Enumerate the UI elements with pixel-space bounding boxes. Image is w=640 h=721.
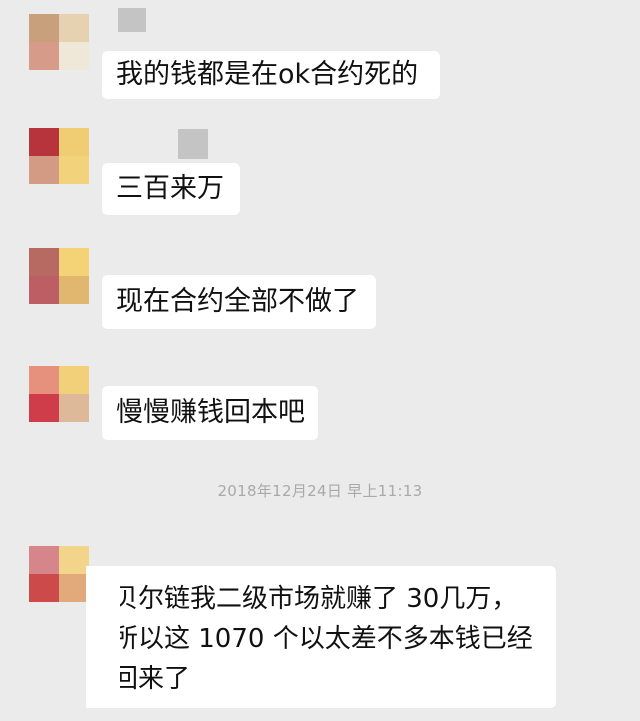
cropped-edge	[86, 566, 120, 708]
avatar-tile	[29, 42, 59, 70]
sender-name	[178, 129, 208, 159]
avatar-tile	[29, 394, 59, 422]
avatar-tile	[59, 14, 89, 42]
message-text: 三百来万	[116, 173, 224, 204]
avatar-tile	[29, 14, 59, 42]
avatar[interactable]	[29, 248, 89, 304]
message-text: 慢慢赚钱回本吧	[116, 397, 305, 428]
avatar-tile	[59, 248, 89, 276]
avatar-tile	[59, 394, 89, 422]
message-text-line: 所以这 1070 个以太差不多本钱已经	[112, 624, 533, 654]
chat-timestamp: 2018年12月24日 早上11:13	[217, 482, 423, 500]
message-bubble[interactable]: 慢慢赚钱回本吧	[102, 386, 318, 440]
message-bubble[interactable]: 现在合约全部不做了	[102, 275, 376, 329]
message-bubble[interactable]: 我的钱都是在ok合约死的	[102, 51, 440, 99]
avatar-tile	[59, 366, 89, 394]
message-text: 现在合约全部不做了	[116, 286, 359, 317]
message-text-line: 回来了	[112, 664, 191, 694]
message-text-line: 贝尔链我二级市场就赚了 30几万，	[112, 584, 518, 614]
avatar-tile	[59, 276, 89, 304]
avatar[interactable]	[29, 546, 89, 602]
avatar-tile	[59, 42, 89, 70]
avatar-tile	[59, 128, 89, 156]
avatar-tile	[29, 128, 59, 156]
message-text: 我的钱都是在ok合约死的	[116, 59, 419, 90]
avatar-tile	[29, 156, 59, 184]
avatar-tile	[29, 276, 59, 304]
avatar-tile	[59, 574, 89, 602]
message-bubble[interactable]: 三百来万	[102, 163, 240, 215]
avatar[interactable]	[29, 128, 89, 184]
avatar-tile	[59, 546, 89, 574]
avatar[interactable]	[29, 366, 89, 422]
sender-name	[118, 8, 146, 32]
avatar-tile	[59, 156, 89, 184]
avatar-tile	[29, 574, 59, 602]
avatar[interactable]	[29, 14, 89, 70]
avatar-tile	[29, 546, 59, 574]
avatar-tile	[29, 248, 59, 276]
message-bubble[interactable]: 贝尔链我二级市场就赚了 30几万， 所以这 1070 个以太差不多本钱已经 回来…	[86, 566, 556, 708]
avatar-tile	[29, 366, 59, 394]
